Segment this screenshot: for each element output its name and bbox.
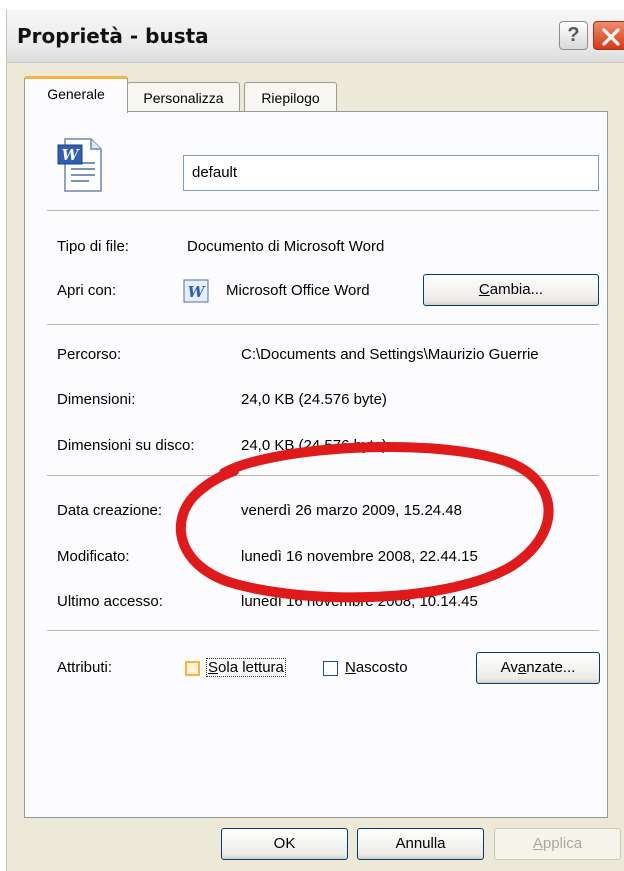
checkbox-label-text: ola lettura xyxy=(218,659,284,676)
created-label: Data creazione: xyxy=(57,502,163,519)
ok-button[interactable]: OK xyxy=(221,828,348,860)
close-button[interactable] xyxy=(593,21,624,50)
window-title: Proprietà - busta xyxy=(17,24,209,48)
open-with-label: Apri con: xyxy=(57,282,117,299)
modified-label: Modificato: xyxy=(57,548,130,565)
advanced-button[interactable]: Avanzate... xyxy=(476,652,600,684)
separator xyxy=(47,630,599,632)
tab-label: Generale xyxy=(47,86,105,102)
tab-generale[interactable]: Generale xyxy=(24,76,128,113)
accelerator-key: S xyxy=(208,659,219,676)
title-bar[interactable]: Proprietà - busta ? xyxy=(7,10,624,63)
checkbox-label-text: ascosto xyxy=(355,659,408,676)
file-name-input[interactable]: default xyxy=(183,155,599,191)
button-label: ambia... xyxy=(489,281,544,298)
file-type-value: Documento di Microsoft Word xyxy=(187,238,385,255)
accessed-label: Ultimo accesso: xyxy=(57,593,163,610)
svg-text:W: W xyxy=(62,146,81,164)
accelerator-key: a xyxy=(517,659,527,676)
change-button[interactable]: Cambia... xyxy=(423,274,599,306)
button-label: OK xyxy=(273,835,296,852)
button-label: Annulla xyxy=(395,835,446,852)
cancel-button[interactable]: Annulla xyxy=(357,828,484,860)
path-label: Percorso: xyxy=(57,346,122,363)
separator xyxy=(47,324,599,326)
help-icon: ? xyxy=(567,24,580,46)
accelerator-key: A xyxy=(532,835,543,852)
close-icon xyxy=(602,28,620,46)
path-value: C:\Documents and Settings\Maurizio Guerr… xyxy=(241,346,539,363)
button-label: Av xyxy=(500,659,518,676)
tab-label: Personalizza xyxy=(143,90,224,106)
annotation-ellipse xyxy=(175,442,554,603)
word-document-icon: W xyxy=(57,138,102,192)
hidden-label[interactable]: Nascosto xyxy=(345,659,408,676)
help-button[interactable]: ? xyxy=(559,21,588,50)
size-value: 24,0 KB (24.576 byte) xyxy=(241,391,387,408)
tab-riepilogo[interactable]: Riepilogo xyxy=(244,82,337,112)
button-label: pplica xyxy=(542,835,583,852)
accelerator-key: N xyxy=(345,659,356,676)
open-with-value: Microsoft Office Word xyxy=(226,282,370,299)
tab-personalizza[interactable]: Personalizza xyxy=(127,82,240,112)
tab-label: Riepilogo xyxy=(261,90,320,106)
svg-text:W: W xyxy=(188,283,207,301)
file-type-label: Tipo di file: xyxy=(57,238,129,255)
apply-button: Applica xyxy=(494,828,621,860)
size-label: Dimensioni: xyxy=(57,391,136,408)
separator xyxy=(47,210,599,212)
readonly-checkbox[interactable] xyxy=(185,661,200,676)
button-label: nzate... xyxy=(526,659,576,676)
accelerator-key: C xyxy=(478,281,490,298)
attributes-label: Attributi: xyxy=(57,659,113,676)
readonly-label[interactable]: Sola lettura xyxy=(206,658,286,677)
word-app-icon: W xyxy=(183,279,209,303)
hidden-checkbox[interactable] xyxy=(323,661,338,676)
